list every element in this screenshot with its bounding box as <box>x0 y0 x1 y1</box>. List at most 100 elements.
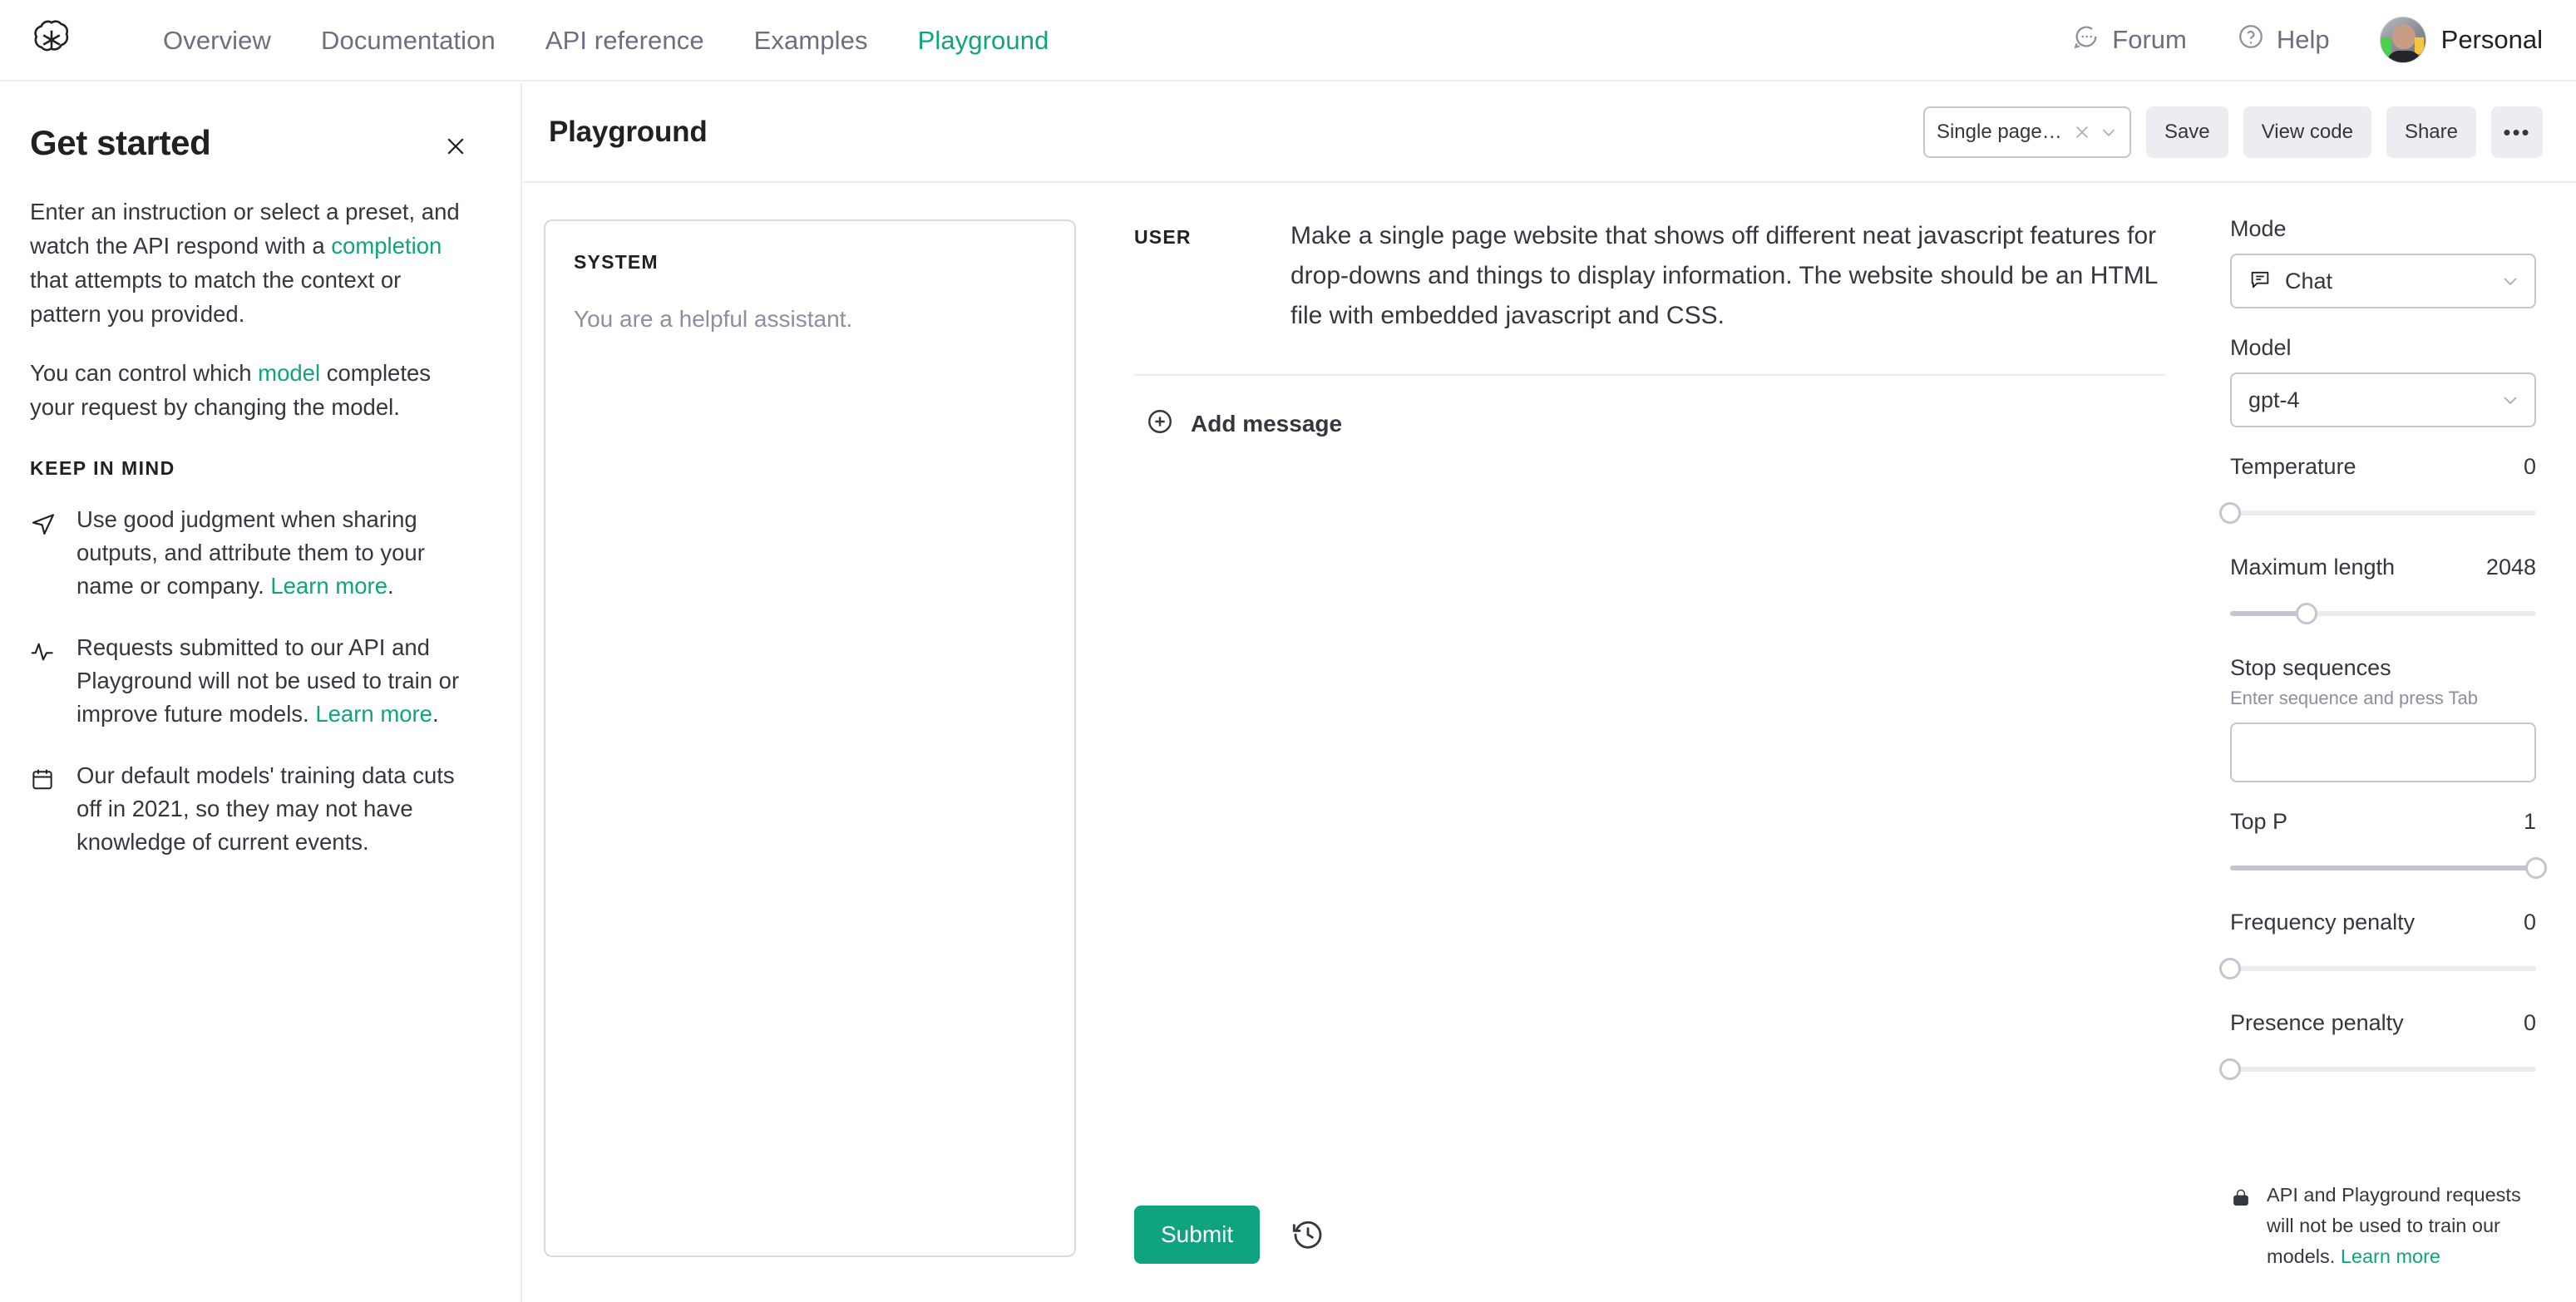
parameters-panel: Mode Chat Model gpt-4 <box>2210 183 2576 1300</box>
learn-more-link[interactable]: Learn more <box>2341 1245 2440 1267</box>
add-message-label: Add message <box>1191 411 1342 437</box>
chat-bubble-icon <box>2072 22 2100 57</box>
close-icon[interactable] <box>437 128 474 165</box>
maximum-length-value: 2048 <box>2486 555 2536 580</box>
model-group: Model gpt-4 <box>2230 335 2536 427</box>
top-p-value: 1 <box>2524 809 2536 835</box>
stop-sequences-label: Stop sequences <box>2230 655 2536 681</box>
plus-circle-icon <box>1146 407 1174 440</box>
preset-selector[interactable]: Single page website crea... <box>1923 106 2131 158</box>
playground-body: SYSTEM You are a helpful assistant. USER… <box>524 183 2576 1300</box>
intro-paragraph-1: Enter an instruction or select a preset,… <box>30 195 474 331</box>
kim-2-period: . <box>432 701 439 727</box>
mode-select[interactable]: Chat <box>2230 254 2536 308</box>
playground-toolbar: Playground Single page website crea... S… <box>524 83 2576 183</box>
toolbar-actions: Single page website crea... Save View co… <box>1923 106 2543 158</box>
top-p-label: Top P <box>2230 809 2287 835</box>
learn-more-link[interactable]: Learn more <box>315 701 432 727</box>
temperature-value: 0 <box>2524 454 2536 480</box>
privacy-footnote-text: API and Playground requests will not be … <box>2267 1180 2536 1272</box>
temperature-label: Temperature <box>2230 454 2356 480</box>
temperature-slider[interactable] <box>2230 498 2536 528</box>
completion-link[interactable]: completion <box>331 233 442 259</box>
question-circle-icon <box>2237 22 2265 57</box>
message-text[interactable]: Make a single page website that shows of… <box>1290 216 2165 336</box>
keep-in-mind-text: Requests submitted to our API and Playgr… <box>76 631 474 731</box>
kim-3-text: Our default models' training data cuts o… <box>76 762 455 855</box>
chevron-down-icon[interactable] <box>2098 121 2120 143</box>
add-message-button[interactable]: Add message <box>1134 376 2165 440</box>
chevron-down-icon[interactable] <box>2500 389 2521 411</box>
nav-link-documentation[interactable]: Documentation <box>296 27 521 53</box>
message-role-label[interactable]: USER <box>1134 216 1290 336</box>
model-value: gpt-4 <box>2248 387 2486 413</box>
frequency-penalty-slider[interactable] <box>2230 954 2536 984</box>
slider-thumb[interactable] <box>2296 603 2317 624</box>
slider-thumb[interactable] <box>2219 1058 2241 1080</box>
chat-message-row: USER Make a single page website that sho… <box>1134 216 2165 376</box>
account-label: Personal <box>2441 25 2543 55</box>
frequency-penalty-label: Frequency penalty <box>2230 910 2415 935</box>
slider-thumb[interactable] <box>2525 857 2547 879</box>
top-p-slider[interactable] <box>2230 853 2536 883</box>
slider-track <box>2230 1067 2536 1072</box>
nav-right-group: Forum Help Personal <box>2047 17 2543 63</box>
calendar-icon <box>30 759 58 859</box>
slider-track <box>2230 510 2536 515</box>
maximum-length-slider[interactable] <box>2230 599 2536 629</box>
nav-link-playground[interactable]: Playground <box>893 27 1074 53</box>
get-started-header: Get started <box>30 123 474 165</box>
slider-thumb[interactable] <box>2219 958 2241 979</box>
maximum-length-label: Maximum length <box>2230 555 2395 580</box>
intro-paragraph-2: You can control which model completes yo… <box>30 356 474 424</box>
clear-preset-icon[interactable] <box>2071 121 2093 143</box>
history-icon[interactable] <box>1286 1213 1330 1256</box>
mode-group: Mode Chat <box>2230 216 2536 308</box>
presence-penalty-value: 0 <box>2524 1010 2536 1036</box>
page-title: Get started <box>30 123 210 163</box>
chat-footer: Submit <box>1134 1206 2165 1300</box>
mode-value: Chat <box>2285 269 2486 294</box>
view-code-button[interactable]: View code <box>2243 106 2371 158</box>
top-navigation-bar: Overview Documentation API reference Exa… <box>0 0 2576 81</box>
system-input-placeholder[interactable]: You are a helpful assistant. <box>574 303 1046 335</box>
nav-link-overview[interactable]: Overview <box>138 27 296 53</box>
keep-in-mind-item: Our default models' training data cuts o… <box>30 759 474 859</box>
learn-more-link[interactable]: Learn more <box>270 573 387 599</box>
presence-penalty-slider[interactable] <box>2230 1054 2536 1084</box>
maximum-length-group: Maximum length 2048 <box>2230 555 2536 629</box>
nav-link-examples[interactable]: Examples <box>729 27 893 53</box>
temperature-group: Temperature 0 <box>2230 454 2536 528</box>
help-link[interactable]: Help <box>2212 22 2355 57</box>
keep-in-mind-text: Use good judgment when sharing outputs, … <box>76 503 474 603</box>
share-button[interactable]: Share <box>2386 106 2476 158</box>
model-link[interactable]: model <box>258 360 320 386</box>
keep-in-mind-text: Our default models' training data cuts o… <box>76 759 474 859</box>
preset-selected-value: Single page website crea... <box>1937 121 2066 144</box>
system-label: SYSTEM <box>574 251 1046 274</box>
more-options-button[interactable]: ••• <box>2491 106 2543 158</box>
get-started-body: Enter an instruction or select a preset,… <box>30 195 474 859</box>
lock-icon <box>2230 1180 2252 1272</box>
account-menu[interactable]: Personal <box>2355 17 2543 63</box>
system-message-box[interactable]: SYSTEM You are a helpful assistant. <box>544 219 1076 1257</box>
system-column: SYSTEM You are a helpful assistant. <box>524 183 1098 1300</box>
top-p-group: Top P 1 <box>2230 809 2536 883</box>
nav-link-api-reference[interactable]: API reference <box>521 27 729 53</box>
chat-column: USER Make a single page website that sho… <box>1098 183 2210 1300</box>
activity-icon <box>30 631 58 731</box>
stop-sequences-input[interactable] <box>2230 723 2536 782</box>
save-button[interactable]: Save <box>2146 106 2228 158</box>
chevron-down-icon[interactable] <box>2500 270 2521 292</box>
openai-logo-icon[interactable] <box>25 13 78 67</box>
model-select[interactable]: gpt-4 <box>2230 372 2536 427</box>
slider-thumb[interactable] <box>2219 502 2241 524</box>
mode-label: Mode <box>2230 216 2536 242</box>
keep-in-mind-item: Requests submitted to our API and Playgr… <box>30 631 474 731</box>
forum-link[interactable]: Forum <box>2047 22 2212 57</box>
privacy-footnote: API and Playground requests will not be … <box>2230 1180 2536 1272</box>
frequency-penalty-value: 0 <box>2524 910 2536 935</box>
submit-button[interactable]: Submit <box>1134 1206 1260 1264</box>
kim-1-period: . <box>387 573 394 599</box>
intro-2-text-a: You can control which <box>30 360 258 386</box>
